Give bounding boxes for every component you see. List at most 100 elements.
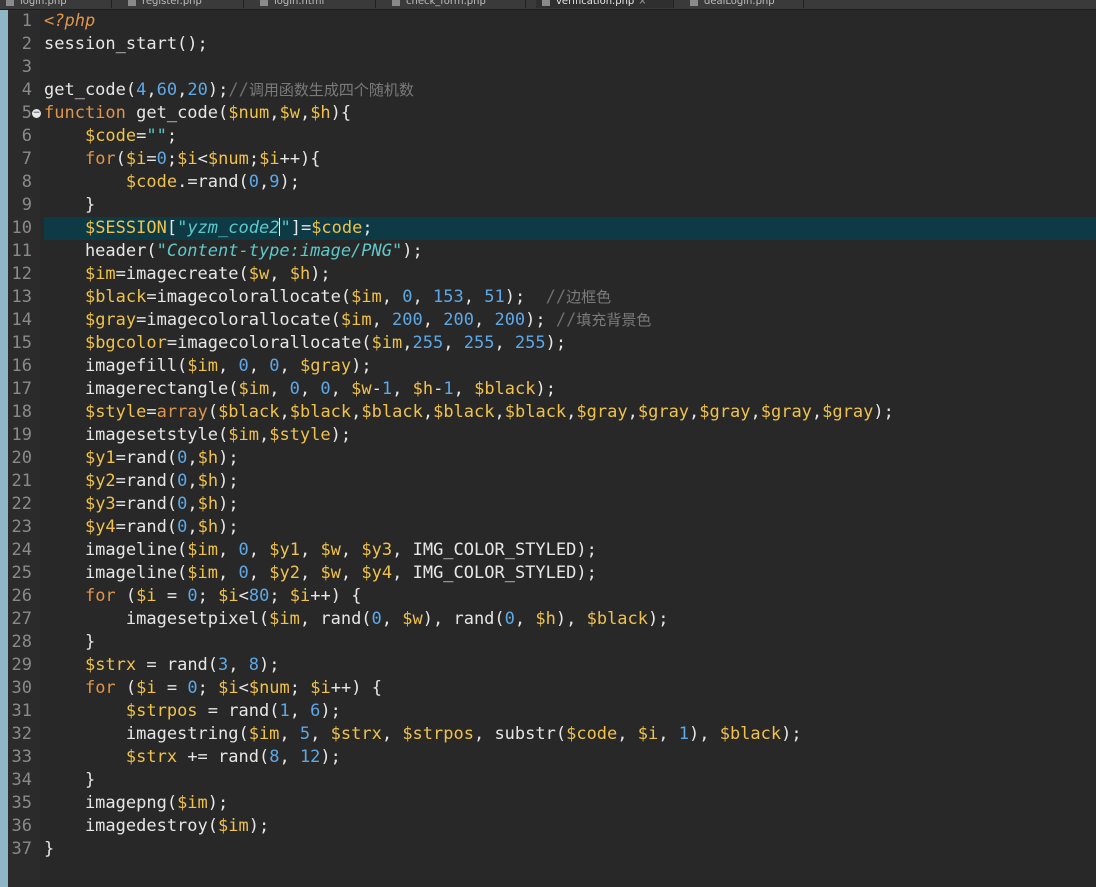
- code-line[interactable]: $strx = rand(3, 8);: [44, 654, 1096, 677]
- editor-tab-1[interactable]: register.php: [122, 0, 244, 8]
- code-token: $code: [125, 172, 178, 192]
- code-token: (: [207, 402, 219, 422]
- line-number: 34: [11, 770, 32, 790]
- line-number: 24: [11, 540, 32, 560]
- code-token: ,: [330, 379, 352, 399]
- code-line[interactable]: $gray=imagecolorallocate($im, 200, 200, …: [44, 309, 1096, 332]
- code-token: $w: [402, 609, 423, 629]
- code-token: $gray: [84, 310, 137, 330]
- php-file-icon: [6, 0, 14, 6]
- code-token: ,: [453, 379, 475, 399]
- code-line[interactable]: for($i=0;$i<$num;$i++){: [44, 148, 1096, 171]
- code-line[interactable]: function get_code($num,$w,$h){: [44, 102, 1096, 125]
- code-line[interactable]: $strpos = rand(1, 6);: [44, 700, 1096, 723]
- code-line[interactable]: imagefill($im, 0, 0, $gray);: [44, 355, 1096, 378]
- editor-tab-0[interactable]: login.php: [0, 0, 112, 8]
- editor-tab-5[interactable]: dealLogin.php: [684, 0, 804, 8]
- code-line[interactable]: imageline($im, 0, $y2, $w, $y4, IMG_COLO…: [44, 562, 1096, 585]
- code-line[interactable]: imagedestroy($im);: [44, 815, 1096, 838]
- code-token: imagepng(: [44, 793, 178, 813]
- code-line[interactable]: $y1=rand(0,$h);: [44, 447, 1096, 470]
- code-line[interactable]: $y2=rand(0,$h);: [44, 470, 1096, 493]
- code-token: ;: [197, 586, 219, 606]
- code-line[interactable]: $black=imagecolorallocate($im, 0, 153, 5…: [44, 286, 1096, 309]
- code-line[interactable]: }: [44, 631, 1096, 654]
- code-line[interactable]: $style=array($black,$black,$black,$black…: [44, 401, 1096, 424]
- code-line[interactable]: imageline($im, 0, $y1, $w, $y3, IMG_COLO…: [44, 539, 1096, 562]
- code-line[interactable]: }: [44, 194, 1096, 217]
- code-token: 51: [484, 287, 505, 307]
- code-line[interactable]: }: [44, 838, 1096, 861]
- line-number: 25: [11, 563, 32, 583]
- close-tab-icon[interactable]: ×: [638, 0, 646, 7]
- code-token: 3: [218, 655, 229, 675]
- code-line[interactable]: $y4=rand(0,$h);: [44, 516, 1096, 539]
- code-line[interactable]: for ($i = 0; $i<80; $i++) {: [44, 585, 1096, 608]
- code-line[interactable]: $bgcolor=imagecolorallocate($im,255, 255…: [44, 332, 1096, 355]
- code-line[interactable]: $SESSION["yzm_code2"]=$code;: [44, 217, 1096, 240]
- code-token: $y1: [269, 540, 300, 560]
- code-line[interactable]: header("Content-type:image/PNG");: [44, 240, 1096, 263]
- code-line[interactable]: $y3=rand(0,$h);: [44, 493, 1096, 516]
- code-line[interactable]: <?php: [44, 10, 1096, 33]
- fold-toggle-icon[interactable]: −: [32, 109, 41, 118]
- line-number: 15: [11, 333, 32, 353]
- editor-tab-4[interactable]: verification.php ×: [536, 0, 674, 8]
- code-token: $im: [177, 793, 208, 813]
- code-token: $w: [320, 540, 341, 560]
- code-line[interactable]: $code.=rand(0,9);: [44, 171, 1096, 194]
- code-token: for: [84, 149, 116, 169]
- code-token: 8: [248, 655, 260, 675]
- code-token: $im: [187, 563, 219, 583]
- code-token: );: [248, 816, 270, 836]
- code-token: $i: [218, 678, 239, 698]
- code-token: ,: [299, 103, 311, 123]
- code-token: ,: [289, 701, 311, 721]
- code-token: ,: [381, 609, 403, 629]
- code-token: $num: [248, 678, 290, 698]
- code-token: $i: [125, 149, 147, 169]
- editor-tab-2[interactable]: login.html: [254, 0, 376, 8]
- code-token: imageline(: [44, 563, 188, 583]
- code-line[interactable]: imagesetpixel($im, rand(0, $w), rand(0, …: [44, 608, 1096, 631]
- code-line[interactable]: imagerectangle($im, 0, 0, $w-1, $h-1, $b…: [44, 378, 1096, 401]
- code-line[interactable]: for ($i = 0; $i<$num; $i++) {: [44, 677, 1096, 700]
- code-line[interactable]: [44, 56, 1096, 79]
- code-editor[interactable]: login.php register.php login.html check_for…: [0, 0, 1096, 887]
- code-line[interactable]: get_code(4,60,20);//调用函数生成四个随机数: [44, 79, 1096, 102]
- code-line[interactable]: imagepng($im);: [44, 792, 1096, 815]
- code-token: "yzm_code2: [177, 218, 280, 238]
- code-token: += rand(: [177, 747, 270, 767]
- code-token: imagestring(: [44, 724, 249, 744]
- code-token: ,: [187, 517, 198, 537]
- code-line[interactable]: session_start();: [44, 33, 1096, 56]
- code-token: $im: [340, 310, 372, 330]
- code-token: );: [259, 655, 280, 675]
- code-line[interactable]: $strx += rand(8, 12);: [44, 746, 1096, 769]
- editor-tab-3[interactable]: check_form.php: [386, 0, 526, 8]
- code-token: 20: [187, 80, 208, 100]
- code-token: );: [330, 425, 352, 445]
- code-token: for: [84, 678, 116, 698]
- code-token: );: [402, 241, 423, 261]
- code-line[interactable]: imagesetstyle($im,$style);: [44, 424, 1096, 447]
- code-token: $y3: [84, 494, 116, 514]
- code-token: $num: [228, 103, 270, 123]
- code-line[interactable]: imagestring($im, 5, $strx, $strpos, subs…: [44, 723, 1096, 746]
- code-token: $style: [269, 425, 331, 445]
- code-token: ++){: [279, 149, 321, 169]
- code-token: );: [320, 747, 341, 767]
- editor-tab-label: register.php: [142, 0, 202, 7]
- code-line[interactable]: $code="";: [44, 125, 1096, 148]
- code-line[interactable]: $im=imagecreate($w, $h);: [44, 263, 1096, 286]
- code-line[interactable]: }: [44, 769, 1096, 792]
- code-token: 调用函数生成四个随机数: [248, 81, 414, 99]
- php-file-icon: [542, 0, 550, 6]
- line-number-gutter: 1 2 3 4 5−6 7 8 9 10 11 12 13 14 15 16 17 18 19 20 21 22 23 24…: [0, 10, 41, 887]
- code-token: 0: [177, 448, 188, 468]
- line-number: 7: [21, 149, 32, 169]
